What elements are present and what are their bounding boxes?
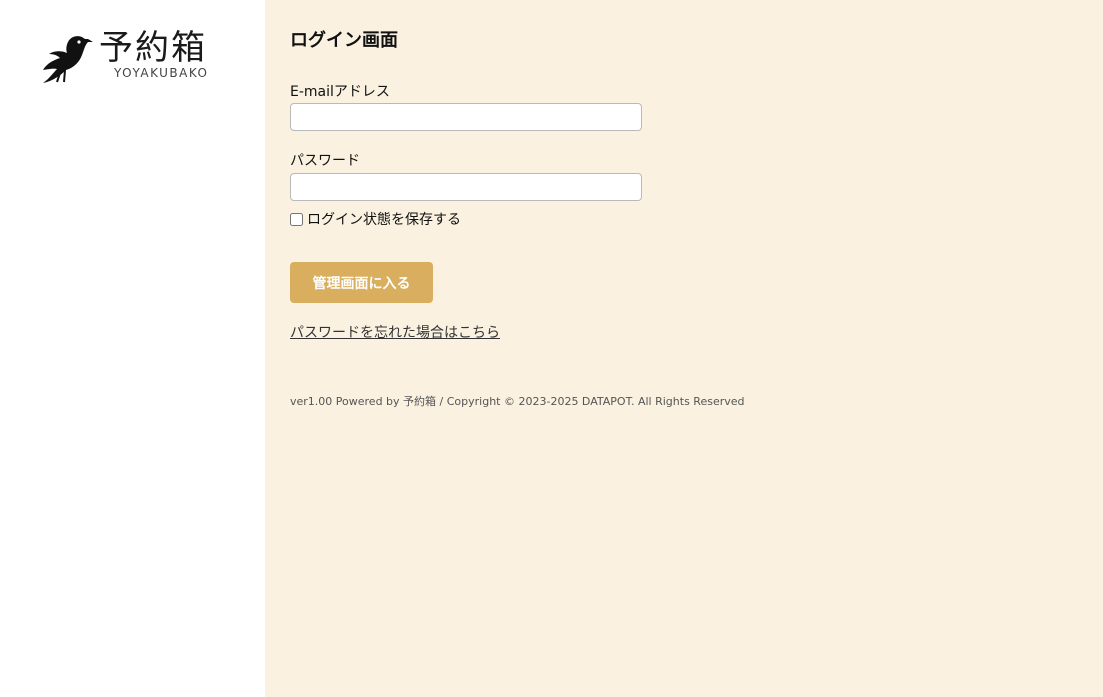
email-field[interactable] — [290, 103, 642, 131]
forgot-password-link[interactable]: パスワードを忘れた場合はこちら — [290, 322, 500, 342]
enter-admin-button[interactable]: 管理画面に入る — [290, 262, 433, 303]
bird-logo-icon — [43, 36, 93, 83]
remember-login-label: ログイン状態を保存する — [307, 212, 461, 228]
logo-roman: YOYAKUBAKO — [114, 66, 209, 80]
password-label: パスワード — [290, 153, 360, 169]
email-label: E-mailアドレス — [290, 84, 390, 100]
password-field[interactable] — [290, 173, 642, 201]
remember-login-checkbox[interactable] — [290, 212, 303, 226]
page-title: ログイン画面 — [290, 30, 398, 51]
app-root: 予約箱 YOYAKUBAKO ログイン画面 E-mailアドレス パスワード ロ… — [0, 0, 1103, 697]
logo: 予約箱 YOYAKUBAKO — [41, 28, 221, 86]
sidebar: 予約箱 YOYAKUBAKO — [0, 0, 265, 697]
remember-login-row: ログイン状態を保存する — [290, 209, 461, 229]
login-panel: ログイン画面 E-mailアドレス パスワード ログイン状態を保存する 管理画面… — [265, 0, 1103, 697]
footer-copyright: ver1.00 Powered by 予約箱 / Copyright © 202… — [290, 395, 745, 408]
logo-kanji: 予約箱 — [99, 28, 207, 68]
